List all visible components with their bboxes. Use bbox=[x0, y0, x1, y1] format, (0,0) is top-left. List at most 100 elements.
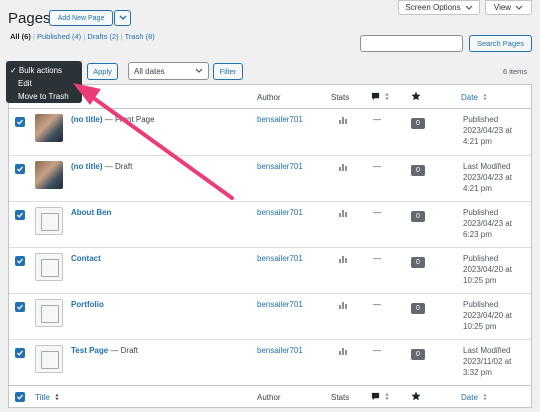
page-state: — Front Page bbox=[102, 115, 155, 124]
author-link[interactable]: bensailer701 bbox=[257, 162, 303, 171]
page-date: Last Modified 2023/11/02 at 3:32 pm bbox=[463, 346, 512, 377]
page-state: — Draft bbox=[102, 162, 133, 171]
star-icon[interactable] bbox=[411, 391, 421, 403]
comments-count: — bbox=[373, 115, 381, 124]
filter-button[interactable]: Filter bbox=[213, 63, 243, 80]
row-checkbox[interactable] bbox=[15, 164, 25, 174]
page-title-link[interactable]: Test Page bbox=[71, 346, 108, 355]
column-date-footer[interactable]: Date bbox=[461, 393, 488, 402]
dates-select-label: All dates bbox=[134, 66, 165, 76]
filter-drafts[interactable]: Drafts (2) bbox=[87, 32, 118, 41]
check-icon bbox=[17, 212, 23, 218]
comment-icon[interactable] bbox=[371, 392, 380, 403]
table-row: Test Page — Draft bensailer701 — 0 Last Modi… bbox=[9, 339, 531, 385]
comments-count: — bbox=[373, 346, 381, 355]
filter-all[interactable]: All (6) bbox=[10, 32, 31, 41]
likes-badge: 0 bbox=[411, 257, 425, 268]
menu-item-bulk-actions[interactable]: ✓ Bulk actions bbox=[10, 66, 62, 75]
menu-item-move-to-trash[interactable]: Move to Trash bbox=[18, 92, 69, 101]
column-author-footer[interactable]: Author bbox=[257, 393, 281, 402]
filter-published[interactable]: Published (4) bbox=[37, 32, 81, 41]
author-link[interactable]: bensailer701 bbox=[257, 208, 303, 217]
page-title: Pages bbox=[8, 10, 51, 27]
menu-item-edit[interactable]: Edit bbox=[18, 79, 32, 88]
sort-icon[interactable] bbox=[384, 392, 390, 403]
likes-badge: 0 bbox=[411, 165, 425, 176]
view-label: View bbox=[493, 3, 512, 12]
add-new-dropdown-button[interactable] bbox=[114, 10, 131, 26]
page-title-cell: (no title) — Draft bbox=[71, 162, 132, 171]
column-author[interactable]: Author bbox=[257, 93, 281, 102]
page-title-link[interactable]: Portfolio bbox=[71, 300, 104, 309]
page-title-cell: (no title) — Front Page bbox=[71, 115, 155, 124]
items-count: 6 items bbox=[503, 67, 528, 76]
row-checkbox[interactable] bbox=[15, 348, 25, 358]
search-input[interactable] bbox=[360, 35, 463, 52]
row-checkbox[interactable] bbox=[15, 117, 25, 127]
page-title-cell: Contact bbox=[71, 254, 101, 263]
page-title-link[interactable]: About Ben bbox=[71, 208, 111, 217]
page-date: Published 2023/04/20 at 10:25 pm bbox=[463, 254, 512, 285]
select-all-checkbox-footer[interactable] bbox=[15, 392, 25, 402]
page-title-link[interactable]: (no title) bbox=[71, 115, 103, 124]
page-thumbnail bbox=[35, 299, 63, 327]
page-title-link[interactable]: (no title) bbox=[71, 162, 103, 171]
check-icon bbox=[17, 350, 23, 356]
comment-icon[interactable] bbox=[371, 92, 380, 103]
check-icon bbox=[17, 304, 23, 310]
sort-icon bbox=[483, 393, 487, 401]
column-date-label: Date bbox=[461, 93, 478, 102]
stats-bar-icon[interactable] bbox=[339, 116, 347, 124]
dates-select[interactable]: All dates bbox=[128, 62, 209, 80]
bulk-actions-menu: ✓ Bulk actions Edit Move to Trash bbox=[6, 61, 82, 103]
sort-icon[interactable] bbox=[384, 92, 390, 103]
page-title-cell: About Ben bbox=[71, 208, 111, 217]
table-row: Portfolio bensailer701 — 0 Published 2023/04… bbox=[9, 293, 531, 339]
stats-bar-icon[interactable] bbox=[339, 301, 347, 309]
add-new-page-button[interactable]: Add New Page bbox=[49, 10, 113, 26]
comments-count: — bbox=[373, 162, 381, 171]
stats-bar-icon[interactable] bbox=[339, 255, 347, 263]
chevron-down-icon bbox=[195, 68, 203, 73]
column-title-footer[interactable]: Title bbox=[35, 393, 60, 402]
check-icon bbox=[17, 166, 23, 172]
stats-bar-icon[interactable] bbox=[339, 163, 347, 171]
status-filters: All (6) | Published (4) | Drafts (2) | T… bbox=[10, 32, 155, 41]
table-row: About Ben bensailer701 — 0 Published 2023/04… bbox=[9, 201, 531, 247]
comments-count: — bbox=[373, 208, 381, 217]
column-stats-footer[interactable]: Stats bbox=[331, 393, 349, 402]
page-state: — Draft bbox=[108, 346, 138, 355]
row-checkbox[interactable] bbox=[15, 256, 25, 266]
row-checkbox[interactable] bbox=[15, 302, 25, 312]
author-link[interactable]: bensailer701 bbox=[257, 300, 303, 309]
comments-count: — bbox=[373, 254, 381, 263]
filter-separator: | bbox=[32, 32, 35, 41]
author-link[interactable]: bensailer701 bbox=[257, 254, 303, 263]
table-header-row: Author Stats Date bbox=[9, 85, 531, 109]
column-date[interactable]: Date bbox=[461, 93, 488, 102]
stats-bar-icon[interactable] bbox=[339, 347, 347, 355]
page-thumbnail bbox=[35, 207, 63, 235]
stats-bar-icon[interactable] bbox=[339, 209, 347, 217]
check-icon bbox=[17, 119, 23, 125]
sort-icon bbox=[483, 93, 487, 101]
author-link[interactable]: bensailer701 bbox=[257, 115, 303, 124]
chevron-down-icon bbox=[465, 5, 472, 10]
column-stats[interactable]: Stats bbox=[331, 93, 349, 102]
likes-badge: 0 bbox=[411, 118, 425, 129]
filter-trash[interactable]: Trash (8) bbox=[125, 32, 155, 41]
author-link[interactable]: bensailer701 bbox=[257, 346, 303, 355]
page-thumbnail bbox=[35, 253, 63, 281]
apply-button[interactable]: Apply bbox=[87, 63, 118, 80]
screen-options-button[interactable]: Screen Options bbox=[398, 0, 480, 15]
view-button[interactable]: View bbox=[485, 0, 532, 15]
check-icon bbox=[17, 258, 23, 264]
row-checkbox[interactable] bbox=[15, 210, 25, 220]
page-thumbnail bbox=[35, 345, 63, 373]
search-pages-button[interactable]: Search Pages bbox=[469, 35, 532, 52]
check-icon bbox=[17, 394, 23, 400]
star-icon[interactable] bbox=[411, 91, 421, 103]
filter-separator: | bbox=[83, 32, 86, 41]
page-thumbnail bbox=[35, 161, 63, 189]
page-title-link[interactable]: Contact bbox=[71, 254, 101, 263]
